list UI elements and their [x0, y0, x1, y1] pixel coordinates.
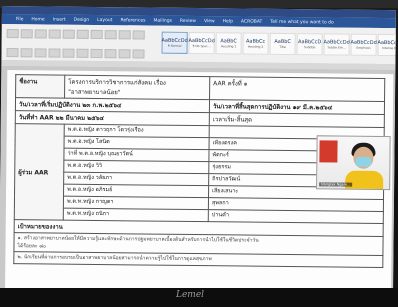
- monitor-brand-logo: Lemel: [176, 290, 205, 300]
- tool-icon[interactable]: [20, 48, 33, 58]
- style-name: Heading 2: [247, 44, 264, 49]
- video-call-thumbnail[interactable]: Nonglak Ngam...: [316, 135, 391, 191]
- tool-icon[interactable]: [76, 48, 89, 58]
- style-name: Title: [279, 44, 286, 49]
- tool-icon[interactable]: [20, 29, 33, 39]
- style-option[interactable]: AaBbCc Heading 2: [242, 32, 269, 55]
- word-window: File Home Insert Design Layout References Mail…: [0, 6, 396, 295]
- menu-tab-4[interactable]: Layout: [97, 17, 112, 22]
- person-face-mask: [355, 156, 372, 167]
- tool-icon[interactable]: [76, 29, 89, 39]
- video-banner: [319, 140, 338, 163]
- participants-label: ผู้ร่วม AAR: [14, 123, 65, 221]
- tool-icon[interactable]: [48, 29, 61, 39]
- menu-tab-3[interactable]: Design: [74, 17, 90, 22]
- style-option[interactable]: AaBbCcDd Subtle Em...: [323, 33, 350, 56]
- menu-tab-1[interactable]: Home: [31, 17, 44, 22]
- menu-tab-7[interactable]: Review: [180, 18, 196, 23]
- tool-icon[interactable]: [132, 49, 145, 59]
- photo-of-monitor: File Home Insert Design Layout References Mail…: [0, 0, 398, 307]
- participant-name: Nonglak Ngam...: [319, 182, 353, 187]
- tool-icon[interactable]: [48, 48, 61, 58]
- style-name: Subtitle: [303, 45, 316, 50]
- menu-tab-8[interactable]: View: [204, 19, 215, 24]
- tool-icon[interactable]: [90, 29, 103, 40]
- person-body: [345, 170, 384, 191]
- menu-tab-5[interactable]: References: [120, 18, 145, 23]
- tool-icon[interactable]: [90, 48, 103, 59]
- aar-number: AAR ครั้งที่ ๑: [209, 76, 385, 102]
- menu-tab-6[interactable]: Mailings: [153, 18, 172, 23]
- tool-icon[interactable]: [6, 48, 19, 58]
- style-option[interactable]: AaBbC Title: [269, 32, 296, 56]
- menu-tab-2[interactable]: Insert: [53, 17, 66, 22]
- menu-tab-0[interactable]: File: [16, 17, 24, 22]
- style-option[interactable]: AaBbCcD Subtitle: [296, 33, 323, 56]
- style-option[interactable]: AaBbCcDd ¶ Normal: [161, 31, 188, 54]
- menu-tab-9[interactable]: Help: [223, 19, 233, 24]
- tool-icon[interactable]: [34, 48, 47, 58]
- tool-icon[interactable]: [6, 29, 19, 39]
- project-value-2: "อาสาพยาบาลน้อย": [68, 88, 121, 97]
- styles-gallery: AaBbCcDd ¶ Normal AaBbCcDd ¶ No Spac... AaBb…: [161, 31, 396, 59]
- project-cell: โครงการบริการวิชาการแก่สังคม เรื่อง "อาส…: [64, 75, 210, 100]
- style-name: ¶ No Spac...: [192, 43, 211, 49]
- menu-tab-10[interactable]: ACROBAT: [241, 19, 262, 24]
- style-name: ¶ Normal: [167, 43, 182, 48]
- tool-icon[interactable]: [62, 48, 75, 58]
- project-label: ชื่องาน: [15, 74, 65, 99]
- style-option[interactable]: AaBbCcDdIntense E...: [377, 33, 396, 57]
- tool-icon[interactable]: [118, 30, 131, 40]
- style-name: Subtle Em...: [327, 45, 346, 50]
- tool-icon[interactable]: [62, 29, 75, 39]
- style-option[interactable]: AaBbCcDd ¶ No Spac...: [188, 31, 215, 55]
- style-option[interactable]: AaBbC Heading 1: [215, 32, 242, 55]
- menu-tab-11[interactable]: Tell me what you want to do: [270, 19, 334, 25]
- tool-icon[interactable]: [104, 30, 117, 40]
- goal-2: ๒. นักเรียนที่ผ่านการอบรมเป็นอาสาพยาบาลน…: [13, 251, 383, 268]
- tool-icon[interactable]: [104, 49, 117, 59]
- style-option[interactable]: AaBbCcDd Emphasis: [350, 33, 377, 56]
- font-paragraph-tools: [5, 28, 155, 59]
- style-name: Heading 1: [220, 44, 237, 49]
- ribbon: AaBbCcDd ¶ Normal AaBbCcDd ¶ No Spac... AaBb…: [1, 23, 396, 66]
- tool-icon[interactable]: [132, 30, 145, 40]
- style-name: Emphasis: [356, 45, 371, 50]
- style-name: Intense E...: [382, 45, 396, 51]
- tool-icon[interactable]: [34, 29, 47, 39]
- tool-icon[interactable]: [118, 49, 131, 59]
